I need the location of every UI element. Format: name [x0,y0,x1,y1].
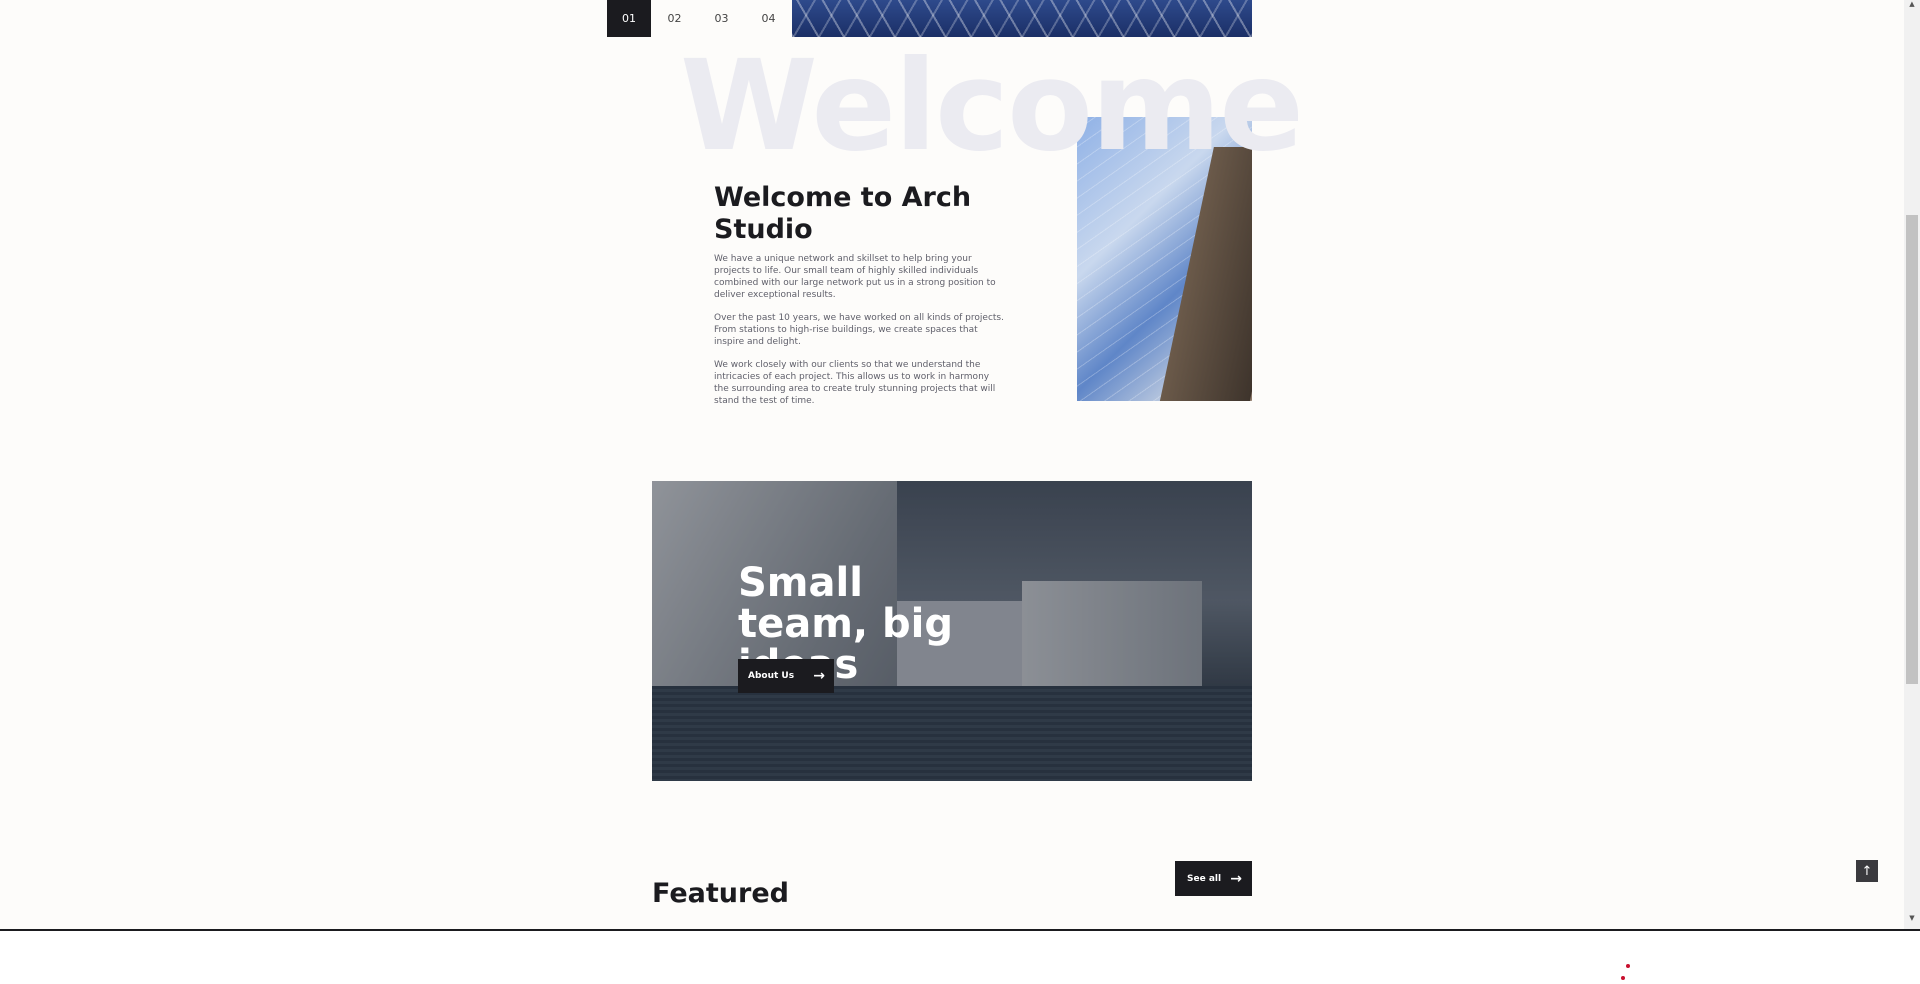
featured-title: Featured [652,878,789,909]
arrow-up-icon: ↑ [1861,863,1873,879]
arrow-right-icon: → [813,668,825,684]
slider-tab-01[interactable]: 01 [607,0,651,37]
slider-tab-02[interactable]: 02 [651,0,698,37]
slider-tab-04[interactable]: 04 [745,0,792,37]
about-us-label: About Us [748,671,795,681]
loading-spinner-icon [1621,961,1631,981]
bottom-panel [0,929,1920,984]
scroll-up-icon[interactable]: ▲ [1908,0,1916,10]
welcome-paragraph: We work closely with our clients so that… [714,360,996,406]
scrollbar[interactable]: ▲ ▼ [1904,0,1920,929]
about-us-button[interactable]: About Us → [738,659,834,693]
welcome-text: We have a unique network and skillset to… [714,253,1006,418]
welcome-paragraph: Over the past 10 years, we have worked o… [714,313,1004,347]
see-all-button[interactable]: See all → [1175,861,1252,896]
page-viewport: 01 02 03 04 Welcome Welcome to Arch Stud… [0,0,1920,929]
welcome-paragraph: We have a unique network and skillset to… [714,254,996,300]
scroll-thumb[interactable] [1906,215,1918,684]
scroll-down-icon[interactable]: ▼ [1908,914,1916,924]
slider-tab-03[interactable]: 03 [698,0,745,37]
about-banner: Small team, big ideas About Us → [652,481,1252,781]
scroll-to-top-button[interactable]: ↑ [1856,860,1878,882]
welcome-background-word: Welcome [680,34,1304,179]
hero-image [792,0,1252,37]
see-all-label: See all [1187,873,1222,884]
arrow-right-icon: → [1230,870,1242,887]
slider-tabs: 01 02 03 04 [607,0,792,37]
welcome-title: Welcome to Arch Studio [714,182,972,245]
